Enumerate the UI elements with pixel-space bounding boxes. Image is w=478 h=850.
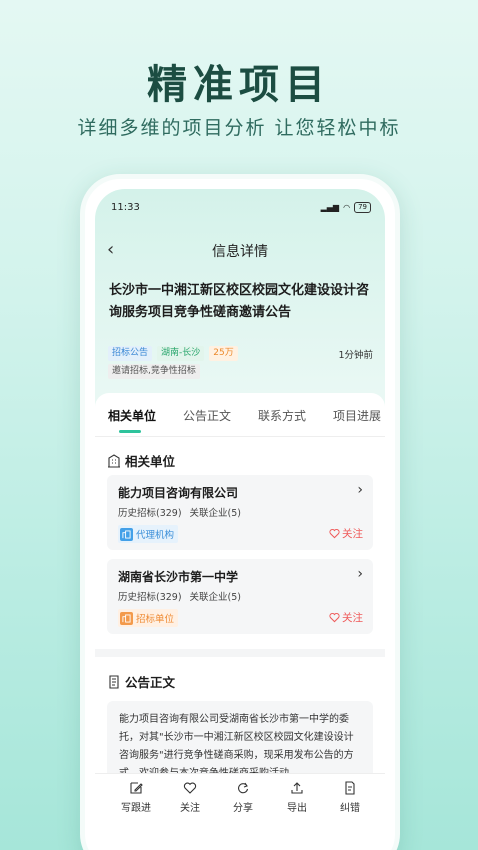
unit-meta: 历史招标(329) 关联企业(5): [118, 589, 241, 603]
status-time: 11:33: [111, 202, 140, 213]
publish-time: 1分钟前: [338, 350, 373, 361]
unit-history: 历史招标(329): [118, 508, 182, 519]
tab-progress[interactable]: 项目进展: [333, 407, 381, 424]
toolbar-label: 纠错: [340, 803, 360, 814]
tab-notice[interactable]: 公告正文: [183, 407, 231, 424]
follow-toolbar-button[interactable]: 关注: [165, 781, 215, 814]
follow-label: 关注: [342, 612, 363, 624]
tab-related-units[interactable]: 相关单位: [108, 407, 156, 424]
unit-role: 代理机构: [136, 530, 175, 541]
page-title: 信息详情: [212, 244, 268, 260]
unit-role: 招标单位: [136, 614, 175, 625]
chevron-right-icon: ›: [357, 566, 363, 582]
report-error-button[interactable]: 纠错: [325, 781, 375, 814]
wifi-icon: ◠: [343, 203, 351, 212]
unit-name: 能力项目咨询有限公司: [118, 486, 239, 500]
toolbar-label: 分享: [233, 803, 253, 814]
building-icon: [108, 453, 120, 468]
unit-name: 湖南省长沙市第一中学: [118, 570, 239, 584]
tag-region: 湖南-长沙: [157, 346, 205, 361]
unit-card[interactable]: 能力项目咨询有限公司 › 历史招标(329) 关联企业(5) 代理机构 关注: [107, 475, 373, 550]
section-divider: [95, 649, 385, 657]
bottom-toolbar: 写跟进 关注 分享 导出 纠错: [95, 773, 385, 823]
hero-title: 精准项目: [147, 62, 331, 108]
share-icon: [238, 782, 249, 794]
write-followup-button[interactable]: 写跟进: [111, 781, 161, 814]
tag-budget: 25万: [209, 346, 238, 361]
tab-contact[interactable]: 联系方式: [258, 407, 306, 424]
toolbar-label: 关注: [180, 803, 200, 814]
hero-subtitle: 详细多维的项目分析 让您轻松中标: [77, 117, 401, 139]
project-title: 长沙市一中湘江新区校区校园文化建设设计咨询服务项目竞争性磋商邀请公告: [109, 283, 370, 320]
signal-icon: ▂▄▆: [320, 203, 340, 212]
document-icon: [109, 674, 119, 689]
active-tab-indicator: [119, 430, 141, 433]
status-icons: ▂▄▆ ◠ 79: [321, 202, 371, 213]
project-tags: 招标公告 湖南-长沙 25万: [108, 346, 238, 361]
notice-title: 公告正文: [125, 675, 176, 690]
unit-card[interactable]: 湖南省长沙市第一中学 › 历史招标(329) 关联企业(5) 招标单位 关注: [107, 559, 373, 634]
unit-meta: 历史招标(329) 关联企业(5): [118, 505, 241, 519]
tenderer-icon: [120, 611, 133, 625]
follow-button[interactable]: 关注: [329, 526, 363, 541]
edit-icon: [130, 782, 143, 794]
unit-linked: 关联企业(5): [189, 508, 242, 519]
export-button[interactable]: 导出: [272, 781, 322, 814]
related-units-title: 相关单位: [125, 454, 176, 469]
heart-icon: [329, 529, 340, 539]
toolbar-label: 写跟进: [121, 803, 151, 814]
battery-icon: 79: [354, 202, 371, 213]
phone-frame: 11:33 ▂▄▆ ◠ 79 ‹ 信息详情 长沙市一中湘江新区校区校园文化建设设…: [80, 174, 400, 850]
unit-role-badge: 招标单位: [118, 609, 179, 627]
report-icon: [345, 781, 355, 795]
navbar: ‹ 信息详情: [95, 239, 385, 261]
status-bar: 11:33 ▂▄▆ ◠ 79: [95, 201, 385, 217]
notice-heading: 公告正文: [107, 672, 175, 691]
agency-icon: [120, 527, 133, 541]
tag-type: 招标公告: [108, 346, 153, 361]
follow-label: 关注: [342, 528, 363, 540]
chevron-right-icon: ›: [357, 482, 363, 498]
unit-history: 历史招标(329): [118, 592, 182, 603]
unit-role-badge: 代理机构: [118, 525, 179, 543]
heart-icon: [183, 782, 197, 794]
app-screen: 11:33 ▂▄▆ ◠ 79 ‹ 信息详情 长沙市一中湘江新区校区校园文化建设设…: [95, 189, 385, 850]
follow-button[interactable]: 关注: [329, 610, 363, 625]
tag-category: 邀请招标,竞争性招标: [108, 364, 200, 379]
related-units-heading: 相关单位: [107, 451, 175, 470]
heart-icon: [329, 613, 340, 623]
export-icon: [291, 782, 303, 794]
unit-linked: 关联企业(5): [189, 592, 242, 603]
detail-tabs: 相关单位 公告正文 联系方式 项目进展: [95, 393, 385, 437]
share-button[interactable]: 分享: [218, 781, 268, 814]
toolbar-label: 导出: [287, 803, 307, 814]
